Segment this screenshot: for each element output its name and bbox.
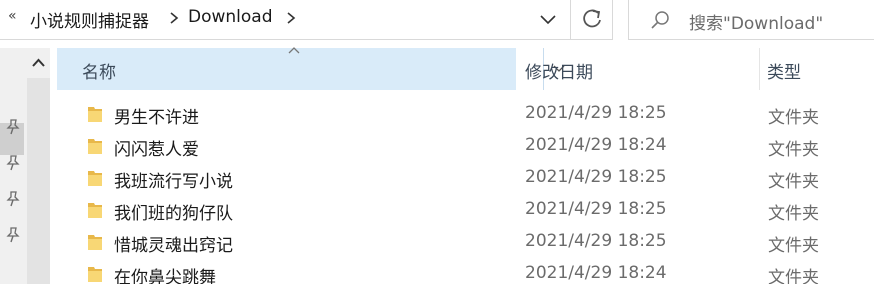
column-header-type[interactable]: 类型: [760, 48, 874, 90]
file-name: 我班流行写小说: [114, 172, 233, 192]
list-item[interactable]: 在你鼻尖跳舞 2021/4/29 18:24 文件夹: [57, 258, 874, 284]
file-name: 闪闪惹人爱: [114, 140, 199, 160]
folder-icon: [88, 203, 102, 218]
chevron-right-icon[interactable]: [167, 10, 181, 26]
folder-icon: [88, 267, 102, 282]
file-type: 文件夹: [768, 268, 819, 284]
breadcrumb-item-current[interactable]: Download: [188, 7, 273, 27]
file-name: 惜城灵魂出窍记: [114, 236, 233, 256]
folder-icon: [88, 171, 102, 186]
refresh-icon: [583, 9, 601, 28]
pin-icon[interactable]: [5, 154, 21, 172]
address-overflow-icon[interactable]: «: [8, 8, 17, 24]
breadcrumb-item-parent[interactable]: 小说规则捕捉器: [30, 7, 149, 32]
chevron-down-icon: [540, 15, 556, 25]
list-item[interactable]: 我班流行写小说 2021/4/29 18:25 文件夹: [57, 162, 874, 194]
address-bar[interactable]: « 小说规则捕捉器 Download: [0, 0, 613, 40]
folder-icon: [88, 107, 102, 122]
file-type: 文件夹: [768, 236, 819, 256]
address-history-dropdown[interactable]: [528, 0, 568, 39]
file-type: 文件夹: [768, 108, 819, 128]
file-name: 男生不许进: [114, 108, 199, 128]
refresh-button[interactable]: [572, 0, 612, 39]
file-name: 我们班的狗仔队: [114, 204, 233, 224]
scrollbar-track[interactable]: [27, 78, 50, 284]
list-item[interactable]: 男生不许进 2021/4/29 18:25 文件夹: [57, 98, 874, 130]
file-date: 2021/4/29 18:25: [525, 167, 667, 187]
navigation-pane[interactable]: [0, 48, 27, 284]
address-divider: [570, 0, 571, 39]
column-header-name-label: 名称: [82, 63, 116, 83]
file-date: 2021/4/29 18:24: [525, 135, 667, 155]
file-date: 2021/4/29 18:25: [525, 103, 667, 123]
search-input[interactable]: 搜索"Download": [689, 9, 823, 34]
list-item[interactable]: 我们班的狗仔队 2021/4/29 18:25 文件夹: [57, 194, 874, 226]
folder-icon: [88, 235, 102, 250]
column-header-name[interactable]: 名称: [57, 47, 565, 90]
list-item[interactable]: 惜城灵魂出窍记 2021/4/29 18:25 文件夹: [57, 226, 874, 258]
column-header-type-label: 类型: [767, 63, 801, 83]
file-name: 在你鼻尖跳舞: [114, 268, 216, 284]
folder-icon: [88, 139, 102, 154]
pin-icon[interactable]: [5, 118, 21, 136]
search-box[interactable]: 搜索"Download": [628, 0, 874, 40]
file-type: 文件夹: [768, 204, 819, 224]
list-item[interactable]: 闪闪惹人爱 2021/4/29 18:24 文件夹: [57, 130, 874, 162]
file-type: 文件夹: [768, 140, 819, 160]
file-date: 2021/4/29 18:25: [525, 231, 667, 251]
pin-icon[interactable]: [5, 226, 21, 244]
file-type: 文件夹: [768, 172, 819, 192]
file-date: 2021/4/29 18:25: [525, 199, 667, 219]
chevron-right-icon[interactable]: [284, 10, 298, 26]
file-date: 2021/4/29 18:24: [525, 263, 667, 283]
column-header-date[interactable]: 修改日期: [517, 48, 760, 90]
search-icon: [651, 11, 669, 29]
chevron-up-icon: [32, 58, 45, 67]
scroll-up-button[interactable]: [27, 48, 50, 78]
column-header-date-label: 修改日期: [525, 63, 593, 83]
pin-icon[interactable]: [5, 190, 21, 208]
sort-ascending-icon: [288, 47, 300, 54]
